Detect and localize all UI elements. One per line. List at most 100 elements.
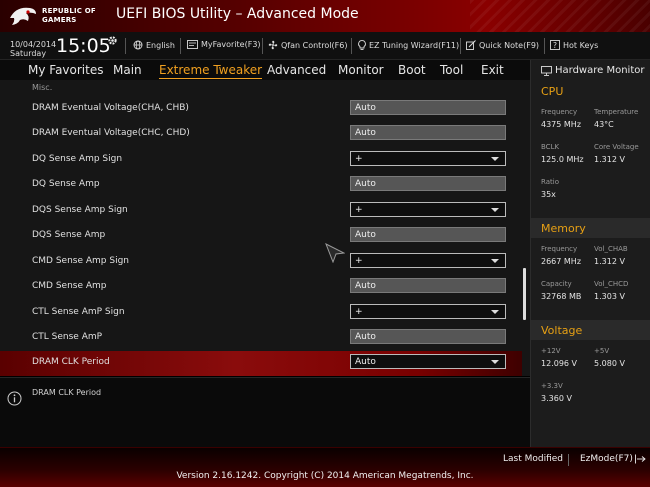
setting-label: DRAM Eventual Voltage(CHA, CHB) (32, 103, 189, 113)
tab-exit[interactable]: Exit (481, 63, 504, 77)
tab-my-favorites[interactable]: My Favorites (28, 63, 103, 77)
chevron-down-icon (491, 310, 499, 314)
qfan-control-button[interactable]: Qfan Control(F6) (268, 40, 347, 50)
setting-dropdown[interactable]: + (350, 253, 506, 268)
setting-value-field[interactable]: Auto (350, 278, 506, 293)
setting-label: DRAM Eventual Voltage(CHC, CHD) (32, 128, 190, 138)
tab-extreme-tweaker[interactable]: Extreme Tweaker (159, 63, 263, 79)
chevron-down-icon (491, 157, 499, 161)
quick-note-button[interactable]: Quick Note(F9) (466, 40, 539, 50)
last-modified-button[interactable]: Last Modified (503, 454, 563, 464)
tab-advanced[interactable]: Advanced (267, 63, 326, 77)
setting-row-dram-clk-period[interactable]: DRAM CLK Period Auto (0, 351, 522, 376)
setting-row-cmd-sense-amp-sign[interactable]: CMD Sense Amp Sign + (0, 250, 522, 275)
v5-value: 5.080 V (594, 359, 625, 368)
v33-label: +3.3V (541, 382, 563, 390)
setting-dropdown[interactable]: + (350, 202, 506, 217)
toolbar-divider (125, 38, 126, 54)
setting-label: CTL Sense AmP Sign (32, 307, 125, 317)
date-display: 10/04/2014 Saturday (10, 40, 56, 58)
setting-row-dqs-sense-amp[interactable]: DQS Sense Amp Auto (0, 224, 522, 249)
ezmode-button[interactable]: EzMode(F7) (580, 454, 646, 464)
vol-chab-value: 1.312 V (594, 257, 625, 266)
cpu-section-title: CPU (541, 85, 564, 98)
cpu-frequency-label: Frequency (541, 108, 578, 116)
title-bar: REPUBLIC OF GAMERS UEFI BIOS Utility – A… (0, 0, 650, 32)
vol-chcd-label: Vol_CHCD (594, 280, 629, 288)
cpu-temperature-value: 43°C (594, 120, 614, 129)
setting-label: DQ Sense Amp (32, 179, 100, 189)
setting-value: Auto (355, 230, 376, 240)
setting-value-field[interactable]: Auto (350, 176, 506, 191)
setting-label: DQS Sense Amp (32, 230, 106, 240)
tab-main[interactable]: Main (113, 63, 142, 77)
globe-icon (133, 40, 143, 50)
ez-tuning-wizard-button[interactable]: EZ Tuning Wizard(F11) (358, 40, 459, 51)
setting-row-dq-sense-amp-sign[interactable]: DQ Sense Amp Sign + (0, 148, 522, 173)
setting-value-field[interactable]: Auto (350, 227, 506, 242)
setting-value: + (355, 154, 363, 164)
setting-value: Auto (355, 281, 376, 291)
v33-value: 3.360 V (541, 394, 572, 403)
setting-value: Auto (355, 128, 376, 138)
chevron-down-icon (491, 259, 499, 263)
setting-value-field[interactable]: Auto (350, 100, 506, 115)
qfan-control-label: Qfan Control(F6) (281, 40, 348, 50)
chevron-down-icon (491, 208, 499, 212)
setting-value: Auto (355, 103, 376, 113)
tab-monitor[interactable]: Monitor (338, 63, 384, 77)
v12-label: +12V (541, 347, 561, 355)
mouse-cursor-icon (325, 243, 345, 263)
setting-dropdown[interactable]: Auto (350, 354, 506, 369)
setting-row-ctl-sense-amp-sign[interactable]: CTL Sense AmP Sign + (0, 301, 522, 326)
cpu-frequency-value: 4375 MHz (541, 120, 582, 129)
ratio-label: Ratio (541, 178, 559, 186)
exit-arrow-icon (634, 454, 646, 464)
settings-panel: Misc. DRAM Eventual Voltage(CHA, CHB) Au… (0, 80, 530, 376)
scrollbar-thumb[interactable] (523, 268, 526, 320)
setting-value: + (355, 256, 363, 266)
setting-value: Auto (355, 179, 376, 189)
setting-row-dqs-sense-amp-sign[interactable]: DQS Sense Amp Sign + (0, 199, 522, 224)
cpu-temperature-label: Temperature (594, 108, 639, 116)
ratio-value: 35x (541, 190, 556, 199)
toolbar-divider (262, 38, 263, 54)
toolbar-divider (544, 38, 545, 54)
tab-tool[interactable]: Tool (440, 63, 463, 77)
date-text: 10/04/2014 (10, 40, 57, 49)
setting-value: Auto (355, 332, 376, 342)
fan-icon (268, 40, 278, 50)
toolbar-divider (180, 38, 181, 54)
setting-value-field[interactable]: Auto (350, 125, 506, 140)
favorite-icon (187, 40, 198, 49)
core-voltage-value: 1.312 V (594, 155, 625, 164)
myfavorite-label: MyFavorite(F3) (201, 40, 261, 49)
setting-dropdown[interactable]: + (350, 151, 506, 166)
setting-value: + (355, 307, 363, 317)
gear-icon[interactable] (107, 35, 118, 46)
setting-row-ctl-sense-amp[interactable]: CTL Sense AmP Auto (0, 326, 522, 351)
tab-boot[interactable]: Boot (398, 63, 426, 77)
clock-time: 15:05 (56, 35, 111, 57)
myfavorite-button[interactable]: MyFavorite(F3) (187, 40, 261, 49)
setting-label: DQS Sense Amp Sign (32, 205, 128, 215)
hardware-monitor-panel: Hardware Monitor CPU Frequency Temperatu… (530, 60, 650, 447)
setting-dropdown[interactable]: + (350, 304, 506, 319)
v12-value: 12.096 V (541, 359, 578, 368)
setting-row-dram-voltage-chab[interactable]: DRAM Eventual Voltage(CHA, CHB) Auto (0, 97, 522, 122)
section-title: Misc. (32, 83, 53, 92)
hardware-monitor-header: Hardware Monitor (541, 65, 644, 76)
help-text: DRAM CLK Period (32, 388, 102, 397)
toolbar-divider (351, 38, 352, 54)
setting-row-dram-voltage-chcd[interactable]: DRAM Eventual Voltage(CHC, CHD) Auto (0, 122, 522, 147)
ez-tuning-wizard-label: EZ Tuning Wizard(F11) (369, 41, 460, 50)
svg-text:?: ? (553, 41, 557, 50)
setting-row-dq-sense-amp[interactable]: DQ Sense Amp Auto (0, 173, 522, 198)
info-icon (7, 391, 22, 406)
setting-value-field[interactable]: Auto (350, 329, 506, 344)
capacity-value: 32768 MB (541, 292, 582, 301)
language-button[interactable]: English (133, 40, 175, 50)
hot-keys-button[interactable]: ? Hot Keys (550, 40, 598, 50)
help-panel: DRAM CLK Period (0, 377, 530, 447)
setting-row-cmd-sense-amp[interactable]: CMD Sense Amp Auto (0, 275, 522, 300)
